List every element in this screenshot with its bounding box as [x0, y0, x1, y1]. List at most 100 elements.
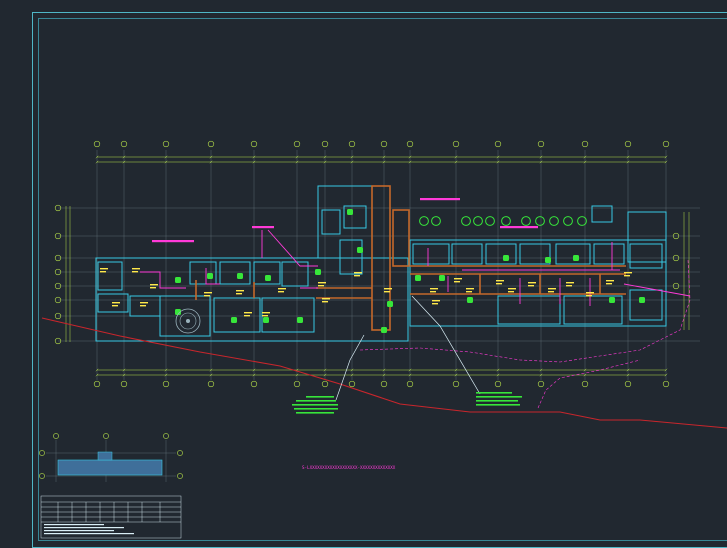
room-label-mark	[384, 291, 390, 293]
plant-symbol-icon	[231, 317, 237, 323]
axis-bubble-icon	[662, 140, 670, 148]
axis-bubble-icon	[321, 380, 329, 388]
plant-symbol-icon	[639, 297, 645, 303]
room-label-mark	[236, 290, 244, 292]
axis-bubble-icon	[93, 380, 101, 388]
axis-bubble-icon	[406, 380, 414, 388]
axis-bubble-icon	[581, 380, 589, 388]
axis-bubble-icon	[293, 380, 301, 388]
room-label-mark	[454, 281, 460, 283]
room-label-mark	[496, 280, 504, 282]
plant-symbol-icon	[297, 317, 303, 323]
room-label-mark	[430, 288, 438, 290]
axis-bubble-icon	[494, 380, 502, 388]
axis-bubble-icon	[452, 140, 460, 148]
room-label-mark	[466, 288, 474, 290]
room-label-mark	[384, 288, 392, 290]
axis-bubble-icon	[380, 140, 388, 148]
room-label-mark	[112, 305, 118, 307]
plant-symbol-icon	[461, 216, 471, 226]
plant-symbol-icon	[473, 216, 483, 226]
axis-bubble-icon	[452, 380, 460, 388]
room-label-mark	[244, 312, 252, 314]
axis-grid	[58, 150, 700, 380]
room-label-mark	[262, 315, 268, 317]
axis-bubble-icon	[348, 380, 356, 388]
room-label-mark	[430, 291, 436, 293]
axis-bubble-icon	[120, 380, 128, 388]
axis-bubble-icon	[162, 140, 170, 148]
room-label-mark	[204, 295, 210, 297]
axis-bubble-icon	[162, 380, 170, 388]
room-label-mark	[606, 280, 614, 282]
bottom-note: S-LXXXXXXXXXXXXXXXXXXX-XXXXXXXXXXXXXX	[302, 465, 396, 470]
plant-symbol-icon	[563, 216, 573, 226]
room-label-mark	[112, 302, 120, 304]
room-label-mark	[318, 282, 326, 284]
axis-bubble-icon	[624, 380, 632, 388]
room-label-mark	[322, 298, 330, 300]
leader-note-right	[476, 392, 522, 406]
room-label-mark	[150, 284, 158, 286]
room-label-mark	[318, 285, 324, 287]
room-label-mark	[278, 291, 284, 293]
axis-bubble-icon	[250, 380, 258, 388]
room-label-mark	[548, 291, 554, 293]
room-label-mark	[566, 285, 572, 287]
room-label-mark	[624, 272, 632, 274]
site-boundary	[41, 259, 727, 429]
room-label-mark	[100, 268, 108, 270]
plant-symbol-icon	[609, 297, 615, 303]
magenta-callouts	[152, 198, 538, 243]
room-label-mark	[586, 292, 594, 294]
room-label-mark	[150, 287, 156, 289]
plant-symbol-icon	[503, 255, 509, 261]
room-label-mark	[606, 283, 612, 285]
plant-symbol-icon	[263, 317, 269, 323]
plant-symbol-icon	[535, 216, 545, 226]
room-label-mark	[566, 282, 574, 284]
room-label-mark	[132, 268, 140, 270]
plant-symbol-icon	[545, 257, 551, 263]
room-label-mark	[354, 275, 360, 277]
cad-drawing-canvas[interactable]: S-LXXXXXXXXXXXXXXXXXXX-XXXXXXXXXXXXXX	[0, 0, 727, 548]
room-label-mark	[354, 272, 362, 274]
room-label-mark	[432, 300, 440, 302]
rotating-equipment	[175, 308, 201, 334]
plant-symbol-icon	[549, 216, 559, 226]
axis-bubble-icon	[537, 140, 545, 148]
axis-bubble-icon	[207, 380, 215, 388]
plant-symbol-icon	[415, 275, 421, 281]
plant-symbol-icon	[237, 273, 243, 279]
axis-bubble-icon	[321, 140, 329, 148]
plant-symbol-icon	[381, 327, 387, 333]
building-walls	[95, 185, 667, 342]
plant-symbol-icon	[315, 269, 321, 275]
plant-symbol-icon	[573, 255, 579, 261]
room-label-mark	[466, 291, 472, 293]
room-label-mark	[140, 305, 146, 307]
room-label-mark	[204, 292, 212, 294]
room-label-mark	[528, 282, 536, 284]
axis-bubble-icon	[380, 380, 388, 388]
plant-circles	[419, 216, 587, 226]
room-label-mark	[432, 303, 438, 305]
plant-symbol-icon	[485, 216, 495, 226]
room-label-mark	[278, 288, 286, 290]
room-label-mark	[244, 315, 250, 317]
axis-bubble-icon	[120, 140, 128, 148]
axis-bubble-icon	[537, 380, 545, 388]
axis-bubble-icon	[93, 140, 101, 148]
axis-bubble-icon	[581, 140, 589, 148]
plant-symbol-icon	[347, 209, 353, 215]
axis-bubble-icon	[207, 140, 215, 148]
plant-symbol-icon	[501, 216, 511, 226]
room-label-mark	[586, 295, 592, 297]
room-label-mark	[236, 293, 242, 295]
plant-symbol-icon	[431, 216, 441, 226]
room-label-mark	[322, 301, 328, 303]
axis-bubble-icon	[250, 140, 258, 148]
axis-bubble-icon	[293, 140, 301, 148]
plant-symbol-icon	[439, 275, 445, 281]
plant-symbol-icon	[357, 247, 363, 253]
